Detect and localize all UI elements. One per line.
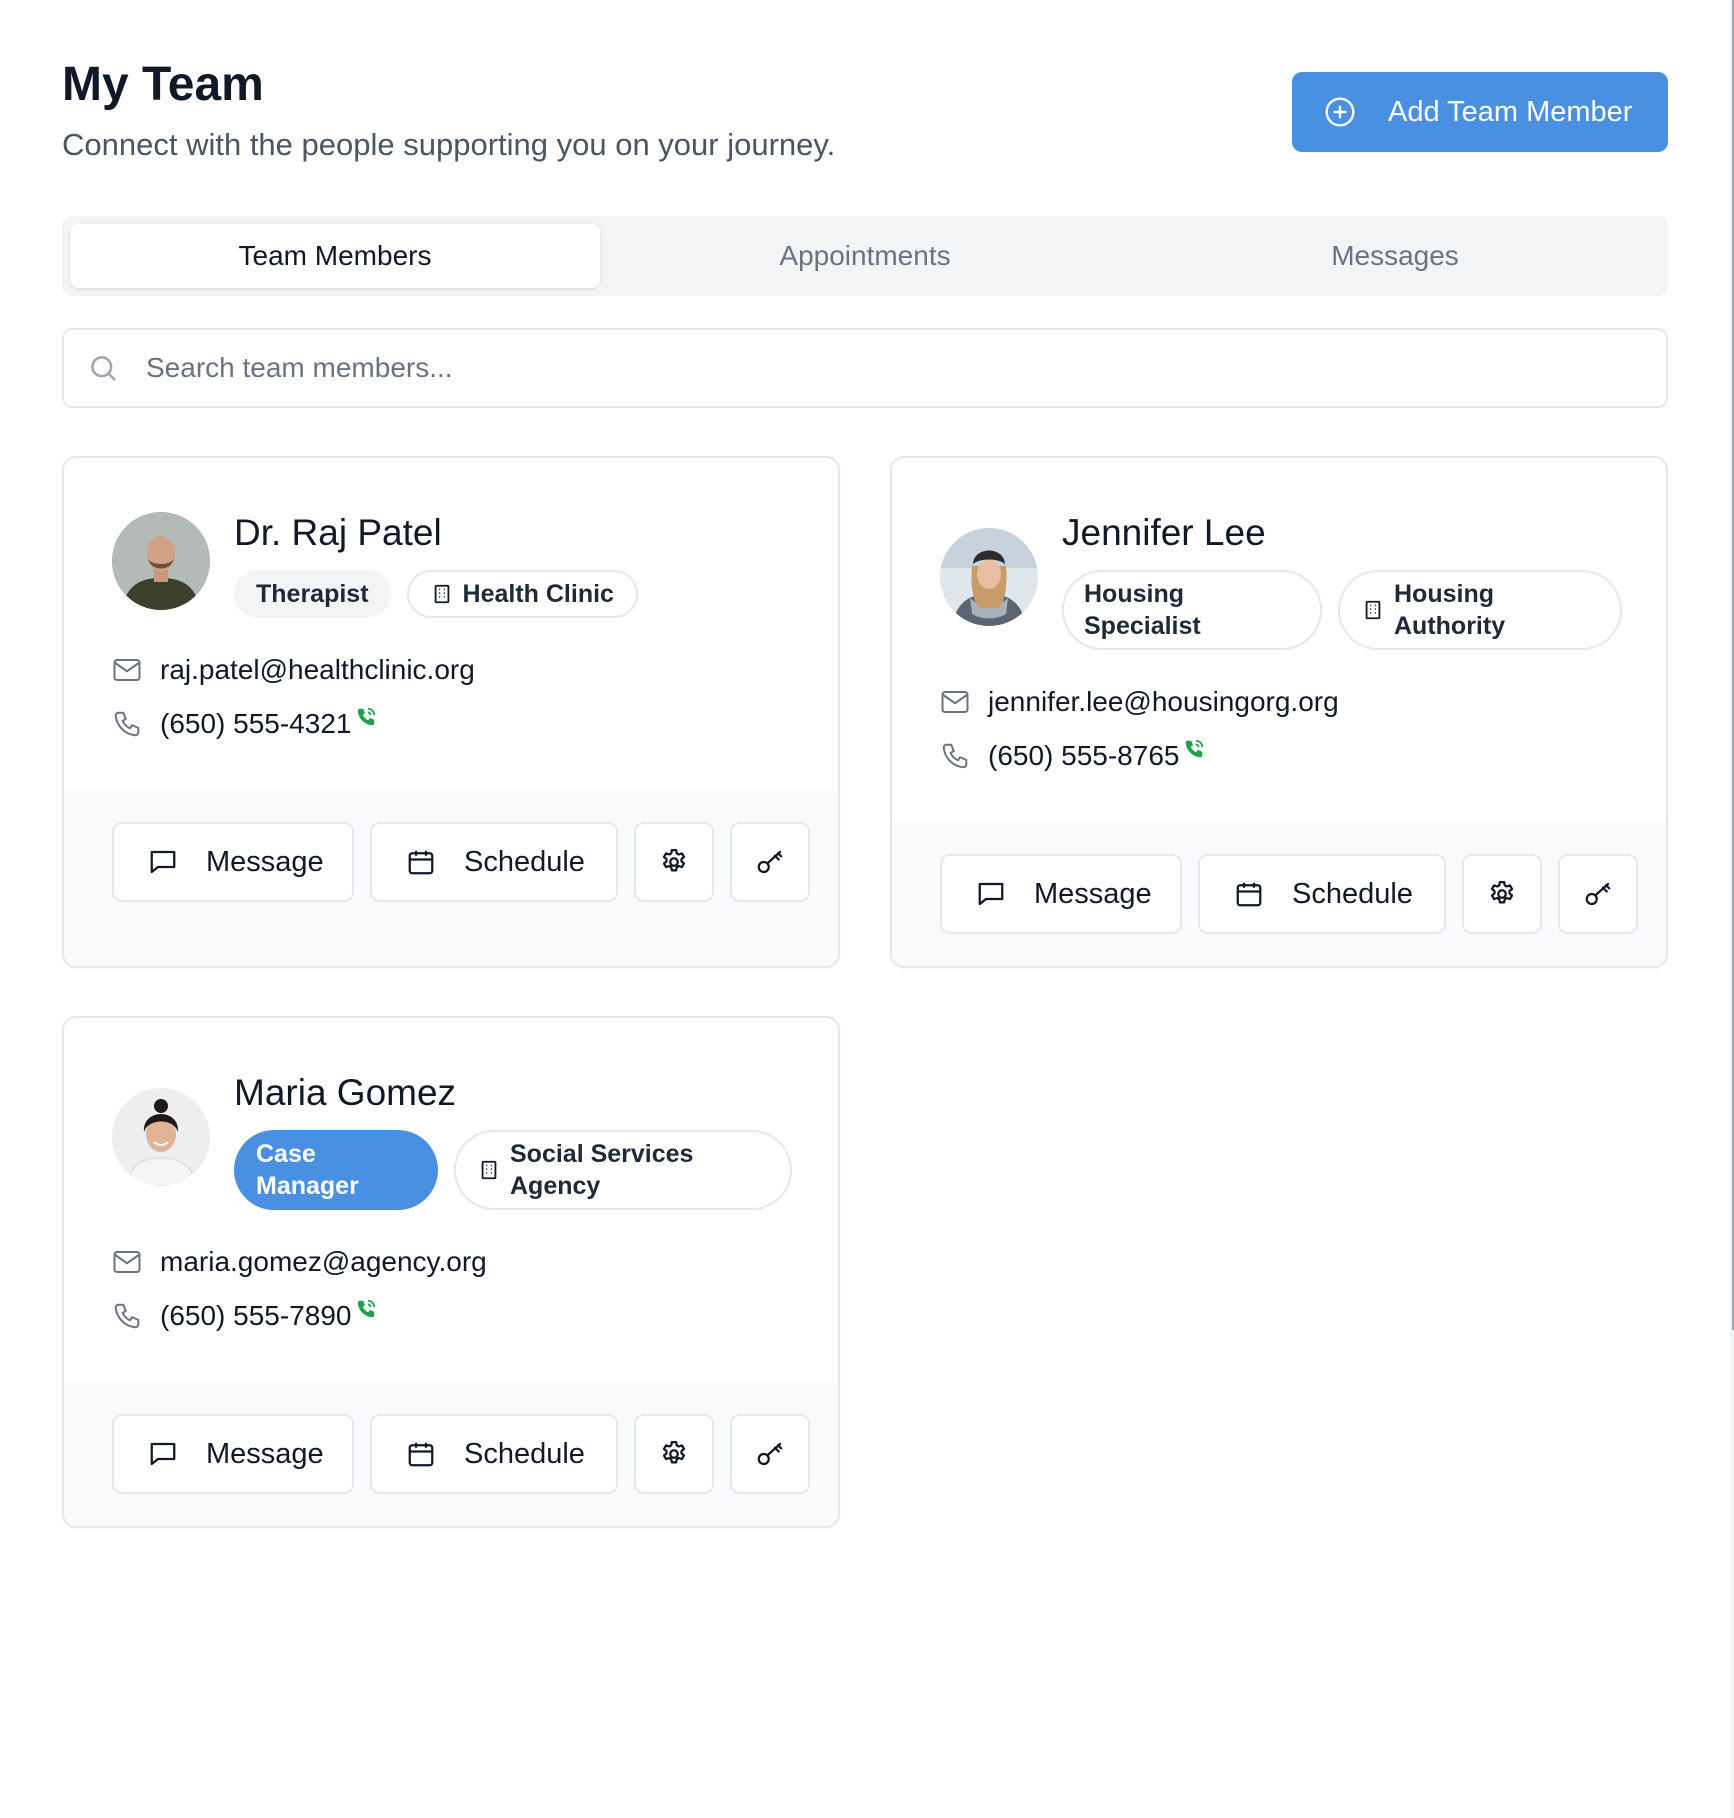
badge-group: Case Manager Social Services Agency [234, 1130, 792, 1210]
plus-circle-icon [1325, 97, 1355, 127]
avatar [940, 528, 1038, 626]
email-row[interactable]: jennifer.lee@housingorg.org [940, 686, 1339, 718]
settings-button[interactable] [634, 1414, 714, 1494]
phone-call-icon[interactable] [1183, 738, 1205, 760]
email-text: maria.gomez@agency.org [160, 1246, 487, 1277]
calendar-icon [408, 850, 434, 875]
search-input[interactable] [144, 351, 1548, 385]
schedule-button[interactable]: Schedule [370, 1414, 618, 1494]
badge-group: Therapist Health Clinic [234, 570, 638, 618]
message-button[interactable]: Message [940, 854, 1182, 934]
card-actions: Message Schedule [64, 790, 838, 966]
phone-text: (650) 555-4321 [160, 708, 352, 739]
member-name: Dr. Raj Patel [234, 512, 442, 553]
message-button[interactable]: Message [112, 822, 354, 902]
card-actions: Message Schedule [892, 822, 1666, 966]
message-square-icon [150, 1442, 176, 1466]
schedule-button-label: Schedule [464, 1437, 585, 1470]
gear-icon [662, 849, 686, 872]
email-text: jennifer.lee@housingorg.org [988, 686, 1339, 717]
settings-button[interactable] [1462, 854, 1542, 934]
email-text: raj.patel@healthclinic.org [160, 654, 475, 685]
email-row[interactable]: raj.patel@healthclinic.org [112, 654, 475, 686]
role-badge: Case Manager [234, 1130, 438, 1210]
gear-icon [662, 1441, 686, 1464]
message-button[interactable]: Message [112, 1414, 354, 1494]
email-row[interactable]: maria.gomez@agency.org [112, 1246, 487, 1278]
avatar [112, 1088, 210, 1186]
phone-row[interactable]: (650) 555-7890 [112, 1298, 377, 1332]
page-subtitle: Connect with the people supporting you o… [62, 127, 836, 162]
page-title: My Team [62, 58, 264, 111]
phone-call-icon[interactable] [355, 706, 377, 728]
team-member-card: Dr. Raj Patel Therapist Health Clinic ra… [62, 456, 840, 968]
key-icon [757, 1442, 783, 1466]
tab-team-members[interactable]: Team Members [70, 224, 600, 288]
mail-icon [941, 691, 969, 713]
message-button-label: Message [1034, 877, 1152, 910]
mail-icon [113, 659, 141, 681]
key-icon [757, 850, 783, 874]
organization-label: Health Clinic [462, 580, 614, 608]
building-icon [434, 584, 449, 604]
key-icon [1585, 882, 1611, 906]
message-square-icon [150, 850, 176, 874]
organization-badge: Health Clinic [406, 570, 638, 618]
badge-group: Housing Specialist Housing Authority [1062, 570, 1622, 650]
avatar-photo-icon [112, 512, 210, 610]
card-actions: Message Schedule [64, 1382, 838, 1526]
organization-label: Social Services Agency [510, 1140, 694, 1200]
add-team-member-label: Add Team Member [1388, 95, 1633, 128]
role-badge: Housing Specialist [1062, 570, 1322, 650]
role-badge: Therapist [234, 570, 391, 618]
phone-row[interactable]: (650) 555-8765 [940, 738, 1205, 772]
schedule-button[interactable]: Schedule [370, 822, 618, 902]
window-edge-scrollbar[interactable] [1730, 0, 1734, 1818]
organization-badge: Social Services Agency [454, 1130, 792, 1210]
key-button[interactable] [1558, 854, 1638, 934]
calendar-icon [408, 1442, 434, 1467]
message-button-label: Message [206, 1437, 324, 1470]
phone-icon [942, 743, 968, 769]
team-member-card: Jennifer Lee Housing Specialist Housing … [890, 456, 1668, 968]
calendar-icon [1236, 882, 1262, 907]
schedule-button-label: Schedule [464, 845, 585, 878]
organization-label: Housing Authority [1394, 580, 1506, 640]
phone-icon [114, 711, 140, 737]
building-icon [1365, 600, 1381, 620]
settings-button[interactable] [634, 822, 714, 902]
avatar-photo-icon [940, 528, 1038, 626]
message-square-icon [978, 882, 1004, 906]
phone-text: (650) 555-8765 [988, 740, 1180, 771]
phone-icon [114, 1303, 140, 1329]
building-icon [481, 1160, 497, 1180]
add-team-member-button[interactable]: Add Team Member [1292, 72, 1668, 152]
organization-badge: Housing Authority [1338, 570, 1622, 650]
member-name: Maria Gomez [234, 1072, 457, 1113]
gear-icon [1490, 881, 1514, 904]
mail-icon [113, 1251, 141, 1273]
tab-appointments[interactable]: Appointments [600, 224, 1130, 288]
phone-text: (650) 555-7890 [160, 1300, 352, 1331]
key-button[interactable] [730, 1414, 810, 1494]
message-button-label: Message [206, 845, 324, 878]
tab-messages[interactable]: Messages [1130, 224, 1660, 288]
key-button[interactable] [730, 822, 810, 902]
phone-call-icon[interactable] [355, 1298, 377, 1320]
schedule-button[interactable]: Schedule [1198, 854, 1446, 934]
schedule-button-label: Schedule [1292, 877, 1413, 910]
member-name: Jennifer Lee [1062, 512, 1266, 553]
search-icon [91, 356, 116, 381]
team-member-card: Maria Gomez Case Manager Social Services… [62, 1016, 840, 1528]
tab-bar: Team Members Appointments Messages [62, 216, 1668, 296]
avatar-photo-icon [112, 1088, 210, 1186]
avatar [112, 512, 210, 610]
search-box [62, 328, 1668, 408]
phone-row[interactable]: (650) 555-4321 [112, 706, 377, 740]
